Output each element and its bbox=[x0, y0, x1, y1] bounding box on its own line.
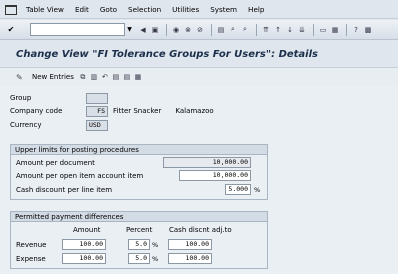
enter-check-icon[interactable]: ✔ bbox=[6, 25, 16, 35]
command-dropdown-icon[interactable]: ▼ bbox=[125, 23, 134, 36]
new-entries-button[interactable]: New Entries bbox=[32, 73, 74, 81]
expense-percent-unit: % bbox=[152, 255, 159, 263]
cash-discount-field[interactable]: 5.000 bbox=[225, 184, 251, 195]
title-bar: Change View "FI Tolerance Groups For Use… bbox=[0, 41, 398, 68]
amount-per-item-field[interactable]: 10,000.00 bbox=[179, 170, 251, 181]
shortcut-icon[interactable]: ▦ bbox=[330, 24, 340, 35]
amount-per-item-label: Amount per open item account item bbox=[16, 172, 144, 180]
main-content: Group Company code FS Fitter Snacker Kal… bbox=[0, 86, 398, 274]
company-code-row: Company code FS Fitter Snacker Kalamazoo bbox=[10, 105, 214, 117]
toolbar-separator bbox=[346, 23, 347, 36]
menu-bar: Table View Edit Goto Selection Utilities… bbox=[0, 0, 398, 19]
system-menu-icon[interactable] bbox=[4, 2, 18, 16]
revenue-percent-field[interactable]: 5.0 bbox=[128, 239, 150, 250]
find-icon[interactable]: ⌕ bbox=[228, 24, 238, 35]
percent-column-header: Percent bbox=[126, 226, 153, 234]
currency-label: Currency bbox=[10, 121, 42, 129]
cancel-icon[interactable]: ⊗ bbox=[183, 24, 193, 35]
next-entry-icon[interactable]: ▤ bbox=[122, 72, 132, 82]
command-field[interactable] bbox=[30, 23, 125, 36]
company-name: Fitter Snacker bbox=[113, 107, 162, 115]
group-label: Group bbox=[10, 94, 32, 102]
next-page-icon[interactable]: ↓ bbox=[285, 24, 295, 35]
revenue-percent-unit: % bbox=[152, 241, 159, 249]
create-session-icon[interactable]: ▭ bbox=[318, 24, 328, 35]
menu-selection[interactable]: Selection bbox=[128, 5, 161, 14]
layout-icon[interactable]: ▩ bbox=[363, 24, 373, 35]
print-icon[interactable]: ▤ bbox=[216, 24, 226, 35]
revenue-amount-field[interactable]: 100.00 bbox=[62, 239, 106, 250]
cash-discount-unit: % bbox=[254, 186, 261, 194]
application-toolbar: ✎ New Entries ⧉ ▥ ↶ ▤ ▤ ▦ bbox=[0, 68, 398, 86]
copy-icon[interactable]: ⧉ bbox=[78, 72, 88, 82]
stop-icon[interactable]: ⊘ bbox=[195, 24, 205, 35]
menu-goto[interactable]: Goto bbox=[100, 5, 117, 14]
permitted-differences-group: Permitted payment differences Amount Per… bbox=[10, 211, 268, 269]
expense-cash-field[interactable]: 100.00 bbox=[168, 253, 212, 264]
toolbar-separator bbox=[256, 23, 257, 36]
amount-per-document-label: Amount per document bbox=[16, 159, 95, 167]
menu-table-view[interactable]: Table View bbox=[26, 5, 64, 14]
prev-page-icon[interactable]: ↑ bbox=[273, 24, 283, 35]
toolbar-separator bbox=[211, 23, 212, 36]
revenue-label: Revenue bbox=[16, 241, 47, 249]
upper-limits-title: Upper limits for posting procedures bbox=[11, 145, 267, 155]
company-code-field: FS bbox=[86, 105, 108, 117]
last-page-icon[interactable]: ⇊ bbox=[297, 24, 307, 35]
permitted-differences-title: Permitted payment differences bbox=[11, 212, 267, 222]
page-title: Change View "FI Tolerance Groups For Use… bbox=[16, 48, 318, 60]
undo-icon[interactable]: ↶ bbox=[100, 72, 110, 82]
expense-percent-field[interactable]: 5.0 bbox=[128, 253, 150, 264]
toolbar-separator bbox=[166, 23, 167, 36]
expense-amount-field[interactable]: 100.00 bbox=[62, 253, 106, 264]
help-icon[interactable]: ? bbox=[351, 24, 361, 35]
currency-field: USD bbox=[86, 119, 108, 131]
cash-column-header: Cash discnt adj.to bbox=[169, 226, 232, 234]
menu-system[interactable]: System bbox=[210, 5, 237, 14]
group-field bbox=[86, 92, 108, 104]
back-icon[interactable]: ◀ bbox=[138, 24, 148, 35]
expense-label: Expense bbox=[16, 255, 46, 263]
prev-entry-icon[interactable]: ▤ bbox=[111, 72, 121, 82]
cash-discount-label: Cash discount per line item bbox=[16, 186, 113, 194]
display-change-icon[interactable]: ✎ bbox=[16, 73, 28, 82]
find-next-icon[interactable]: ⌕ bbox=[240, 24, 250, 35]
upper-limits-group: Upper limits for posting procedures Amou… bbox=[10, 144, 268, 200]
company-city: Kalamazoo bbox=[175, 107, 214, 115]
toolbar-separator bbox=[313, 23, 314, 36]
company-code-label: Company code bbox=[10, 107, 63, 115]
standard-toolbar: ✔ ▼ ◀ ▣ ◉ ⊗ ⊘ ▤ ⌕ ⌕ ⇈ ↑ ↓ ⇊ ▭ ▦ ? ▩ bbox=[0, 20, 398, 40]
select-all-icon[interactable]: ▦ bbox=[133, 72, 143, 82]
delete-icon[interactable]: ▥ bbox=[89, 72, 99, 82]
amount-column-header: Amount bbox=[73, 226, 101, 234]
group-row: Group bbox=[10, 92, 108, 104]
menu-utilities[interactable]: Utilities bbox=[172, 5, 199, 14]
first-page-icon[interactable]: ⇈ bbox=[261, 24, 271, 35]
revenue-cash-field[interactable]: 100.00 bbox=[168, 239, 212, 250]
save-icon[interactable]: ▣ bbox=[150, 24, 160, 35]
menu-edit[interactable]: Edit bbox=[75, 5, 89, 14]
exit-icon[interactable]: ◉ bbox=[171, 24, 181, 35]
currency-row: Currency USD bbox=[10, 119, 108, 131]
menu-help[interactable]: Help bbox=[248, 5, 264, 14]
amount-per-document-field[interactable]: 10,000.00 bbox=[163, 157, 251, 168]
